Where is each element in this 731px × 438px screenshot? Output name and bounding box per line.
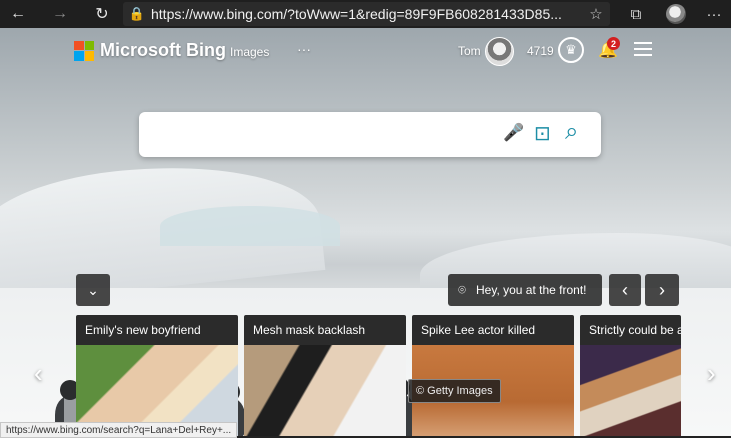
rewards-glyph: ♛ — [565, 42, 577, 57]
address-bar[interactable]: 🔒 https://www.bing.com/?toWww=1&redig=89… — [123, 2, 610, 26]
browser-toolbar: ← → ↻ 🔒 https://www.bing.com/?toWww=1&re… — [0, 0, 731, 28]
user-name[interactable]: Tom — [458, 44, 481, 58]
profile-avatar — [666, 4, 686, 24]
carousel-right-arrow-icon[interactable]: › — [707, 358, 716, 389]
search-input[interactable] — [151, 122, 495, 148]
microsoft-logo-icon — [74, 40, 94, 61]
news-card[interactable]: Mesh mask backlash — [244, 315, 406, 436]
image-caption: Hey, you at the front! — [476, 283, 587, 297]
collections-button[interactable]: ⧉ — [622, 0, 650, 28]
chevron-left-icon: ‹ — [622, 279, 628, 300]
back-button[interactable]: ← — [0, 0, 36, 28]
next-image-button[interactable]: › — [645, 274, 679, 306]
forward-arrow-icon: → — [52, 5, 68, 22]
chevron-right-icon: › — [659, 279, 665, 300]
news-card[interactable]: Emily's new boyfriend — [76, 315, 238, 436]
chevron-down-icon: ⌄ — [87, 281, 99, 298]
more-icon: ··· — [706, 5, 722, 23]
microphone-icon[interactable]: 🎤 — [503, 123, 524, 143]
visual-search-icon[interactable]: ⊡ — [534, 121, 551, 146]
back-arrow-icon: ← — [10, 5, 26, 22]
image-info-button[interactable]: ⌾ Hey, you at the front! — [448, 274, 602, 306]
more-links-button[interactable]: ··· — [297, 41, 311, 57]
news-card-image — [580, 345, 681, 436]
forward-button[interactable]: → — [42, 0, 78, 28]
collections-icon: ⧉ — [630, 5, 642, 23]
carousel-left-arrow-icon[interactable]: ‹ — [34, 358, 43, 389]
bing-logo[interactable]: Microsoft Bing — [74, 40, 226, 61]
favorite-star-icon[interactable]: ☆ — [582, 5, 610, 23]
profile-button[interactable] — [662, 0, 690, 28]
hamburger-menu-icon[interactable] — [634, 42, 652, 56]
lock-icon: 🔒 — [128, 6, 146, 21]
image-credit: © Getty Images — [408, 379, 501, 403]
previous-image-button[interactable]: ‹ — [609, 274, 641, 306]
news-card-title: Mesh mask backlash — [244, 315, 406, 345]
brand-name: Microsoft Bing — [100, 40, 226, 60]
refresh-button[interactable]: ↻ — [84, 0, 120, 28]
notification-badge: 2 — [607, 37, 620, 50]
location-pin-icon: ⌾ — [458, 282, 466, 297]
rewards-points[interactable]: 4719 — [527, 44, 554, 58]
settings-more-button[interactable]: ··· — [700, 0, 728, 28]
images-link[interactable]: Images — [230, 45, 269, 59]
search-box[interactable]: 🎤 ⊡ ⌕ — [139, 112, 601, 157]
refresh-icon: ↻ — [95, 6, 109, 23]
expand-carousel-button[interactable]: ⌄ — [76, 274, 110, 306]
search-icon[interactable]: ⌕ — [565, 118, 578, 146]
rewards-trophy-icon[interactable]: ♛ — [558, 37, 584, 63]
news-card-image — [244, 345, 406, 436]
user-avatar[interactable] — [485, 37, 514, 66]
news-card[interactable]: Strictly could be ax — [580, 315, 681, 436]
news-card-title: Emily's new boyfriend — [76, 315, 238, 345]
news-card-title: Strictly could be ax — [580, 315, 681, 345]
news-card-title: Spike Lee actor killed — [412, 315, 574, 345]
bing-homepage: Microsoft Bing Images ··· Tom 4719 ♛ 🔔 2… — [0, 28, 731, 436]
background-ice-blue — [160, 206, 340, 246]
news-card[interactable]: Spike Lee actor killed — [412, 315, 574, 436]
address-url[interactable]: https://www.bing.com/?toWww=1&redig=89F9… — [151, 6, 582, 22]
